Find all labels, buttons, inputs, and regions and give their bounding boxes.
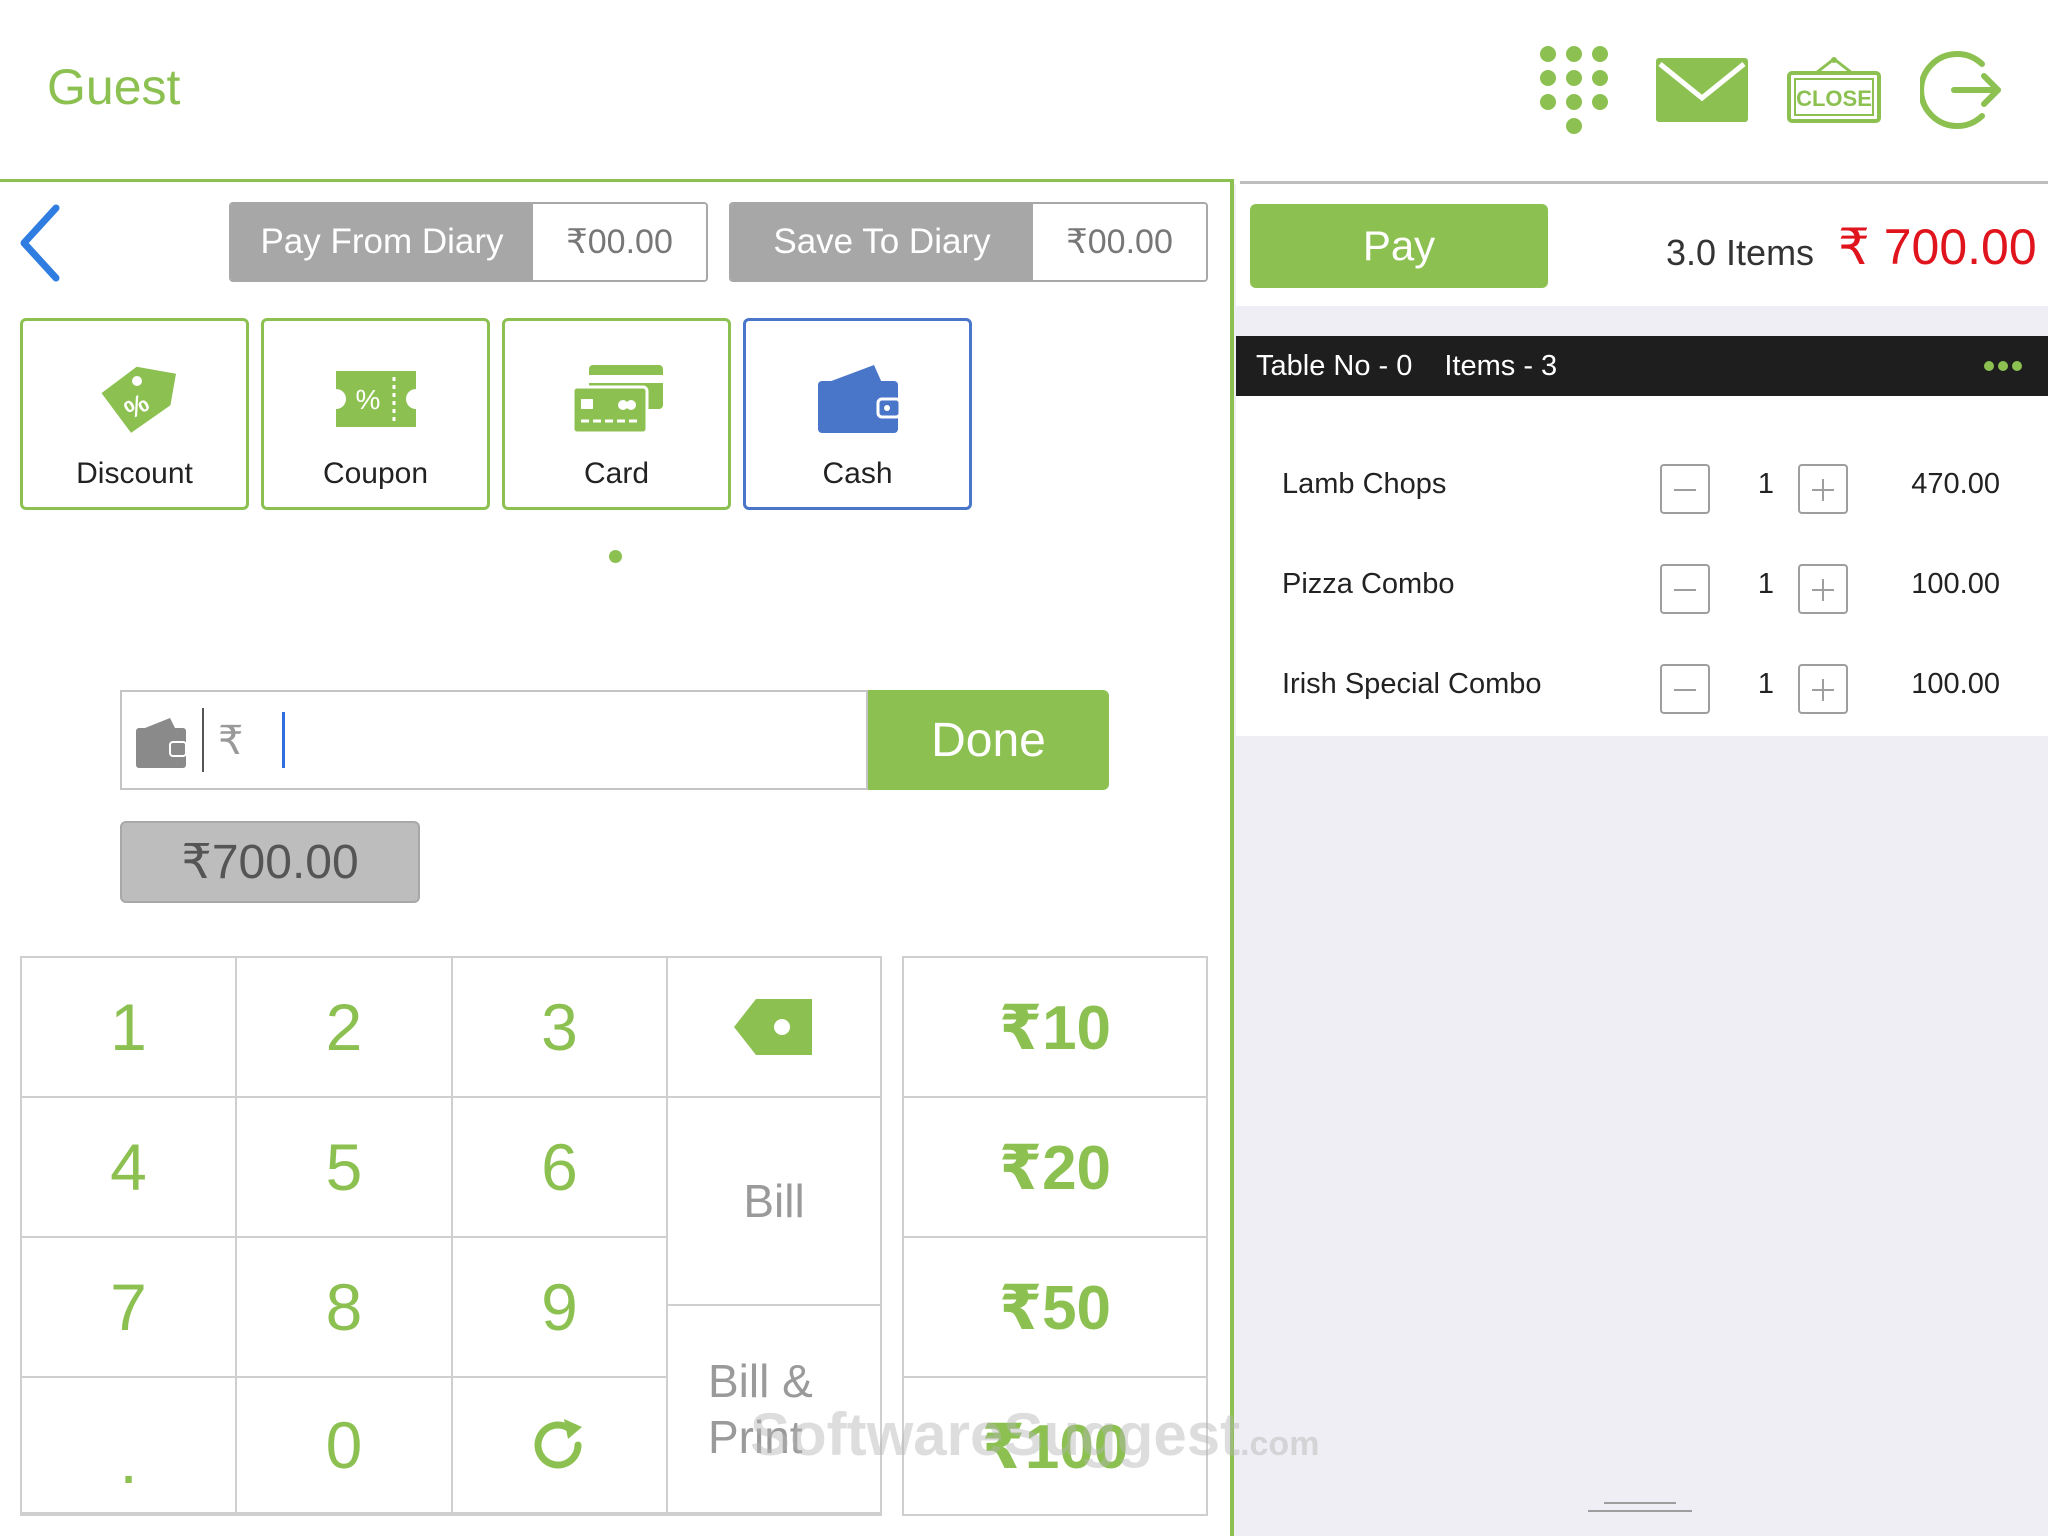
- pay-from-diary-value[interactable]: ₹00.00: [533, 204, 706, 280]
- order-item-row: Lamb Chops 1 470.00: [1236, 436, 2048, 536]
- pay-from-diary-group[interactable]: Pay From Diary ₹00.00: [229, 202, 708, 282]
- increase-qty-button[interactable]: [1798, 564, 1848, 614]
- table-items-count: Items - 3: [1444, 349, 1558, 382]
- customer-name[interactable]: Guest: [47, 58, 180, 116]
- bill-button[interactable]: Bill: [668, 1098, 882, 1306]
- items-count: 3.0 Items: [1666, 232, 1815, 273]
- done-button[interactable]: Done: [868, 690, 1109, 790]
- svg-text:%: %: [355, 384, 380, 415]
- save-to-diary-group[interactable]: Save To Diary ₹00.00: [729, 202, 1208, 282]
- key-9[interactable]: 9: [453, 1238, 668, 1378]
- decrease-qty-button[interactable]: [1660, 464, 1710, 514]
- more-options-icon[interactable]: [1984, 361, 2022, 371]
- item-name: Pizza Combo: [1282, 568, 1455, 600]
- pay-button[interactable]: Pay: [1250, 204, 1548, 288]
- keypad-dots-icon[interactable]: [1524, 40, 1624, 140]
- key-6[interactable]: 6: [453, 1098, 668, 1238]
- save-to-diary-label[interactable]: Save To Diary: [731, 204, 1033, 280]
- item-price: 470.00: [1911, 468, 2000, 500]
- table-info-bar: Table No - 0 Items - 3: [1236, 336, 2048, 396]
- suggested-total-chip[interactable]: ₹700.00: [120, 821, 420, 903]
- cash-button[interactable]: Cash: [743, 318, 972, 510]
- order-item-row: Irish Special Combo 1 100.00: [1236, 636, 2048, 736]
- table-number: Table No - 0: [1256, 349, 1413, 382]
- close-sign-icon[interactable]: CLOSE: [1784, 40, 1884, 140]
- key-4[interactable]: 4: [22, 1098, 237, 1238]
- rupee-symbol: ₹: [218, 719, 244, 763]
- increase-qty-button[interactable]: [1798, 664, 1848, 714]
- wallet-icon: [816, 359, 900, 439]
- refresh-icon: [534, 1419, 582, 1469]
- item-name: Irish Special Combo: [1282, 668, 1542, 700]
- key-decimal[interactable]: .: [22, 1378, 237, 1514]
- key-8[interactable]: 8: [237, 1238, 453, 1378]
- item-name: Lamb Chops: [1282, 468, 1447, 500]
- watermark: SoftwareSuggest.com: [750, 1400, 1319, 1469]
- page-indicator-dot[interactable]: [609, 550, 622, 563]
- drag-handle[interactable]: [1588, 1502, 1692, 1522]
- logout-icon[interactable]: [1912, 40, 2012, 140]
- amount-input[interactable]: ₹: [120, 690, 868, 790]
- watermark-text: SoftwareSuggest: [750, 1401, 1241, 1468]
- key-5[interactable]: 5: [237, 1098, 453, 1238]
- mail-icon[interactable]: [1652, 40, 1752, 140]
- item-quantity: 1: [1757, 668, 1775, 700]
- discount-label: Discount: [76, 457, 193, 490]
- item-price: 100.00: [1911, 668, 2000, 700]
- decrease-qty-button[interactable]: [1660, 564, 1710, 614]
- watermark-suffix: .com: [1240, 1425, 1320, 1463]
- quick-amount-20[interactable]: ₹20: [904, 1098, 1206, 1238]
- text-cursor: [282, 712, 285, 768]
- pay-from-diary-label[interactable]: Pay From Diary: [231, 204, 533, 280]
- item-price: 100.00: [1911, 568, 2000, 600]
- discount-button[interactable]: % Discount: [20, 318, 249, 510]
- panel-divider: [1230, 179, 1234, 1536]
- top-header: Guest CLOSE: [0, 0, 2048, 180]
- reset-button[interactable]: [453, 1378, 668, 1514]
- order-total: ₹ 700.00: [1838, 219, 2037, 275]
- card-button[interactable]: Card: [502, 318, 731, 510]
- key-1[interactable]: 1: [22, 958, 237, 1098]
- order-items-list: Lamb Chops 1 470.00 Pizza Combo 1 100.00…: [1236, 396, 2048, 736]
- quick-amount-10[interactable]: ₹10: [904, 958, 1206, 1098]
- backspace-button[interactable]: [668, 958, 882, 1098]
- backspace-icon: [734, 999, 812, 1055]
- wallet-small-icon: [134, 714, 188, 775]
- order-item-row: Pizza Combo 1 100.00: [1236, 536, 2048, 636]
- key-7[interactable]: 7: [22, 1238, 237, 1378]
- item-quantity: 1: [1757, 468, 1775, 500]
- input-separator: [202, 708, 204, 772]
- discount-tag-icon: %: [93, 359, 177, 439]
- coupon-button[interactable]: % Coupon: [261, 318, 490, 510]
- key-2[interactable]: 2: [237, 958, 453, 1098]
- coupon-ticket-icon: %: [334, 359, 418, 439]
- credit-card-icon: [569, 359, 665, 439]
- quick-amount-50[interactable]: ₹50: [904, 1238, 1206, 1378]
- coupon-label: Coupon: [322, 457, 429, 490]
- svg-text:CLOSE: CLOSE: [1796, 86, 1872, 111]
- key-3[interactable]: 3: [453, 958, 668, 1098]
- key-0[interactable]: 0: [237, 1378, 453, 1514]
- save-to-diary-value[interactable]: ₹00.00: [1033, 204, 1206, 280]
- cash-label: Cash: [822, 457, 893, 490]
- item-quantity: 1: [1757, 568, 1775, 600]
- left-panel-top-divider: [0, 179, 1232, 182]
- back-chevron-icon[interactable]: [14, 198, 74, 288]
- decrease-qty-button[interactable]: [1660, 664, 1710, 714]
- card-label: Card: [583, 457, 650, 490]
- increase-qty-button[interactable]: [1798, 464, 1848, 514]
